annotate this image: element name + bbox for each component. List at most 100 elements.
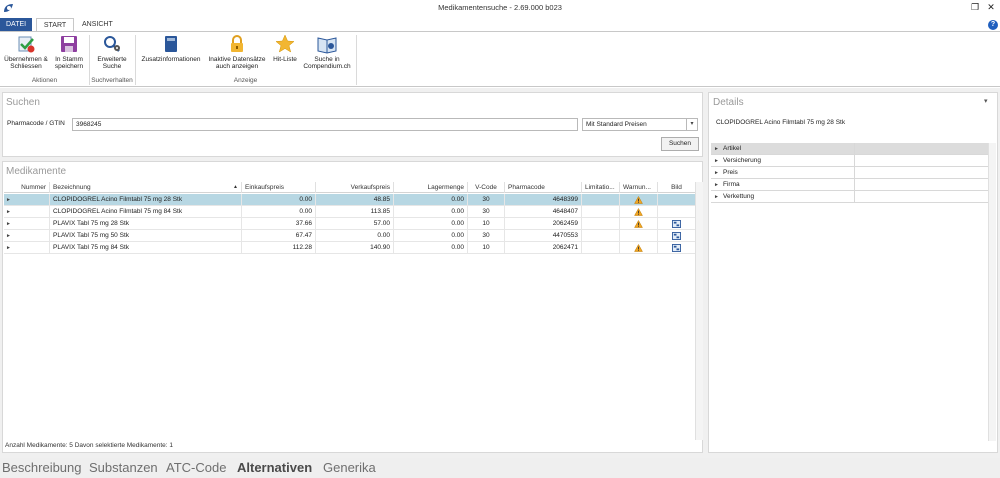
image-icon[interactable] [672, 232, 681, 240]
book-icon [165, 36, 177, 52]
zusatzinformationen-button[interactable]: Zusatzinformationen [137, 34, 205, 63]
window-title: Medikamentensuche - 2.69.000 b023 [438, 3, 562, 12]
details-row-firma[interactable]: ► Firma [711, 179, 988, 191]
cell-limitatio [582, 242, 620, 254]
cell-nummer [4, 194, 50, 206]
cell-lager: 0.00 [394, 230, 468, 242]
warning-icon[interactable] [634, 244, 643, 252]
advanced-search-icon [104, 36, 120, 52]
details-row-preis[interactable]: ► Preis [711, 167, 988, 179]
restore-button[interactable]: ❐ [968, 1, 982, 14]
cell-bezeichnung: CLOPIDOGREL Acino Filmtabl 75 mg 28 Stk [50, 194, 242, 206]
details-row-label: Verkettung [711, 191, 855, 203]
col-nummer[interactable]: Nummer [4, 182, 50, 193]
cell-bezeichnung: PLAVIX Tabl 75 mg 84 Stk [50, 242, 242, 254]
inaktive-label-2: auch anzeigen [215, 63, 259, 70]
cell-vcode: 30 [468, 230, 505, 242]
col-verkaufspreis[interactable]: Verkaufspreis [316, 182, 394, 193]
tab-ansicht[interactable]: ANSICHT [76, 18, 116, 31]
cell-einkauf: 0.00 [242, 206, 316, 218]
col-bezeichnung-label: Bezeichnung [53, 184, 91, 191]
warning-icon[interactable] [634, 196, 643, 204]
in-stamm-speichern-button[interactable]: In Stamm speichern [50, 34, 88, 70]
image-icon[interactable] [672, 220, 681, 228]
table-row[interactable]: ► CLOPIDOGREL Acino Filmtabl 75 mg 28 Stk… [4, 194, 696, 206]
details-row-label: Artikel [711, 143, 855, 155]
col-einkaufspreis[interactable]: Einkaufspreis [242, 182, 316, 193]
table-row[interactable]: ► PLAVIX Tabl 75 mg 84 Stk 112.28 140.90 0.0… [4, 242, 696, 254]
title-bar: Medikamentensuche - 2.69.000 b023 ❐ ✕ [0, 0, 1000, 17]
cell-einkauf: 37.66 [242, 218, 316, 230]
tab-alternativen[interactable]: Alternativen [237, 460, 312, 475]
zusatzinformationen-label: Zusatzinformationen [141, 56, 201, 63]
cell-nummer [4, 242, 50, 254]
tab-beschreibung[interactable]: Beschreibung [2, 460, 82, 475]
grid-header: Nummer Bezeichnung ▲ Einkaufspreis Verka… [4, 182, 696, 193]
inaktive-datensaetze-button[interactable]: Inaktive Datensätze auch anzeigen [205, 34, 269, 70]
col-bild[interactable]: Bild [658, 182, 696, 193]
cell-pharmacode: 2062471 [505, 242, 582, 254]
cell-limitatio [582, 206, 620, 218]
col-lagermenge[interactable]: Lagermenge [394, 182, 468, 193]
details-row-artikel[interactable]: ► Artikel [711, 143, 988, 155]
uebernehmen-label-2: Schliessen [10, 63, 42, 70]
cell-warnung [620, 206, 658, 218]
tab-substanzen[interactable]: Substanzen [89, 460, 158, 475]
table-row[interactable]: ► CLOPIDOGREL Acino Filmtabl 75 mg 84 Stk… [4, 206, 696, 218]
cell-lager: 0.00 [394, 242, 468, 254]
cell-vcode: 10 [468, 242, 505, 254]
cell-limitatio [582, 194, 620, 206]
accept-close-icon [18, 36, 35, 53]
details-scrollbar[interactable] [988, 143, 996, 441]
price-mode-select[interactable]: Mit Standard Preisen ▾ [582, 118, 698, 131]
price-mode-value: Mit Standard Preisen [586, 121, 647, 128]
pin-icon[interactable]: ▾ [984, 97, 988, 105]
cell-verkauf: 113.85 [316, 206, 394, 218]
group-anzeige-label: Anzeige [233, 77, 258, 84]
table-row[interactable]: ► PLAVIX Tabl 75 mg 50 Stk 67.47 0.00 0.00 30… [4, 230, 696, 242]
details-row-versicherung[interactable]: ► Versicherung [711, 155, 988, 167]
cell-pharmacode: 4648399 [505, 194, 582, 206]
tab-generika[interactable]: Generika [323, 460, 376, 475]
warning-icon[interactable] [634, 220, 643, 228]
col-vcode[interactable]: V-Code [468, 182, 505, 193]
status-text: Anzahl Medikamente: 5 Davon selektierte … [5, 442, 174, 449]
cell-limitatio [582, 230, 620, 242]
help-icon[interactable]: ? [988, 20, 998, 30]
cell-verkauf: 140.90 [316, 242, 394, 254]
close-button[interactable]: ✕ [984, 1, 998, 14]
table-row[interactable]: ► PLAVIX Tabl 75 mg 28 Stk 37.66 57.00 0.00 1… [4, 218, 696, 230]
tab-atc-code[interactable]: ATC-Code [166, 460, 226, 475]
col-bezeichnung[interactable]: Bezeichnung ▲ [50, 182, 242, 193]
cell-pharmacode: 4470553 [505, 230, 582, 242]
cell-vcode: 10 [468, 218, 505, 230]
col-warnung[interactable]: Warnun... [620, 182, 658, 193]
save-icon [61, 36, 77, 52]
suche-compendium-button[interactable]: Suche in Compendium.ch [300, 34, 354, 70]
compendium-label-2: Compendium.ch [303, 63, 351, 70]
cell-vcode: 30 [468, 194, 505, 206]
hit-liste-button[interactable]: Hit-Liste [269, 34, 301, 63]
cell-bild [658, 218, 696, 230]
erweiterte-label-2: Suche [102, 63, 122, 70]
tab-datei[interactable]: DATEI [0, 18, 32, 31]
chevron-down-icon: ▾ [686, 119, 697, 130]
pharmacode-input[interactable]: 3968245 [72, 118, 578, 131]
cell-pharmacode: 4648407 [505, 206, 582, 218]
cell-warnung [620, 230, 658, 242]
grid-scrollbar[interactable] [695, 182, 703, 440]
uebernehmen-schliessen-button[interactable]: Übernehmen & Schliessen [1, 34, 51, 70]
details-panel-title: Details [713, 97, 744, 108]
cell-bild [658, 194, 696, 206]
warning-icon[interactable] [634, 208, 643, 216]
image-icon[interactable] [672, 244, 681, 252]
col-pharmacode[interactable]: Pharmacode [505, 182, 582, 193]
suchen-button[interactable]: Suchen [661, 137, 699, 151]
cell-bild [658, 242, 696, 254]
tab-start[interactable]: START [36, 18, 74, 31]
col-limitatio[interactable]: Limitatio... [582, 182, 620, 193]
details-row-verkettung[interactable]: ► Verkettung [711, 191, 988, 203]
erweiterte-suche-button[interactable]: Erweiterte Suche [91, 34, 133, 70]
cell-bezeichnung: CLOPIDOGREL Acino Filmtabl 75 mg 84 Stk [50, 206, 242, 218]
cell-warnung [620, 218, 658, 230]
